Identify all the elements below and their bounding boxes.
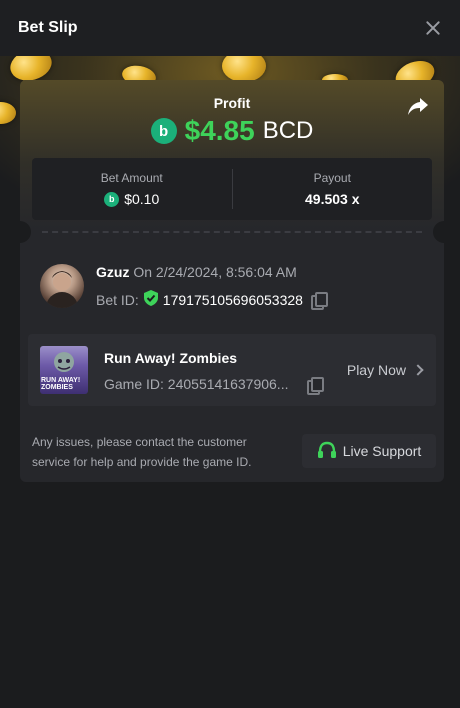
game-id-line: Game ID: 24055141637906... bbox=[104, 376, 324, 395]
bet-slip-header: Bet Slip bbox=[0, 0, 460, 56]
payout-label: Payout bbox=[313, 171, 351, 185]
play-now-button[interactable]: Play Now bbox=[346, 362, 424, 378]
live-support-button[interactable]: Live Support bbox=[302, 434, 436, 468]
bcd-coin-icon: b bbox=[104, 191, 120, 207]
copy-icon[interactable] bbox=[310, 292, 328, 310]
bet-slip-title: Bet Slip bbox=[18, 19, 78, 36]
payout-value: 49.503 x bbox=[305, 191, 360, 207]
bet-stats: Bet Amount b $0.10 Payout 49.503 x bbox=[32, 158, 432, 220]
bet-amount-value: $0.10 bbox=[124, 191, 160, 207]
copy-icon[interactable] bbox=[307, 376, 324, 395]
headset-icon bbox=[317, 441, 337, 462]
share-icon[interactable] bbox=[406, 94, 430, 118]
chevron-right-icon bbox=[412, 364, 424, 376]
game-id-label: Game ID: bbox=[104, 376, 164, 392]
bet-date: On 2/24/2024, 8:56:04 AM bbox=[133, 264, 297, 280]
avatar bbox=[40, 264, 84, 308]
play-now-label: Play Now bbox=[346, 362, 406, 378]
bet-id-label: Bet ID: bbox=[96, 291, 139, 308]
bet-id-line: Bet ID: 179175105696053328 bbox=[96, 290, 328, 310]
username[interactable]: Gzuz bbox=[96, 264, 129, 280]
bet-amount-stat: Bet Amount b $0.10 bbox=[32, 158, 232, 220]
bet-amount-label: Bet Amount bbox=[100, 171, 163, 185]
game-name[interactable]: Run Away! Zombies bbox=[104, 350, 237, 366]
coin-decoration bbox=[0, 102, 16, 124]
bet-amount-value-row: b $0.10 bbox=[104, 191, 159, 207]
game-thumbnail: RUN AWAY! ZOMBIES bbox=[40, 346, 88, 394]
game-id-text: Game ID: 24055141637906... bbox=[104, 376, 296, 392]
game-thumb-text: RUN AWAY! ZOMBIES bbox=[41, 377, 81, 391]
game-id-value: 24055141637906... bbox=[167, 376, 289, 392]
profit-row: b $4.85 BCD bbox=[20, 115, 444, 147]
bet-user-line: Gzuz On 2/24/2024, 8:56:04 AM bbox=[96, 264, 297, 280]
live-support-label: Live Support bbox=[342, 443, 422, 459]
bcd-coin-icon: b bbox=[150, 118, 177, 144]
game-box: RUN AWAY! ZOMBIES Run Away! Zombies Game… bbox=[28, 334, 436, 406]
bet-slip-card: Profit b $4.85 BCD Bet Amount b $0.10 Pa… bbox=[20, 80, 444, 482]
ticket-divider bbox=[42, 231, 422, 233]
ticket-notch-right bbox=[433, 221, 444, 243]
profit-amount: $4.85 bbox=[184, 115, 255, 146]
payout-stat: Payout 49.503 x bbox=[233, 158, 433, 220]
coin-decoration bbox=[222, 56, 266, 82]
support-message: Any issues, please contact the customer … bbox=[32, 435, 252, 469]
bet-id-value: 179175105696053328 bbox=[162, 291, 303, 308]
close-icon[interactable] bbox=[424, 19, 442, 37]
profit-label: Profit bbox=[213, 95, 251, 111]
verified-shield-icon bbox=[143, 290, 158, 309]
profit-currency: BCD bbox=[262, 117, 314, 144]
